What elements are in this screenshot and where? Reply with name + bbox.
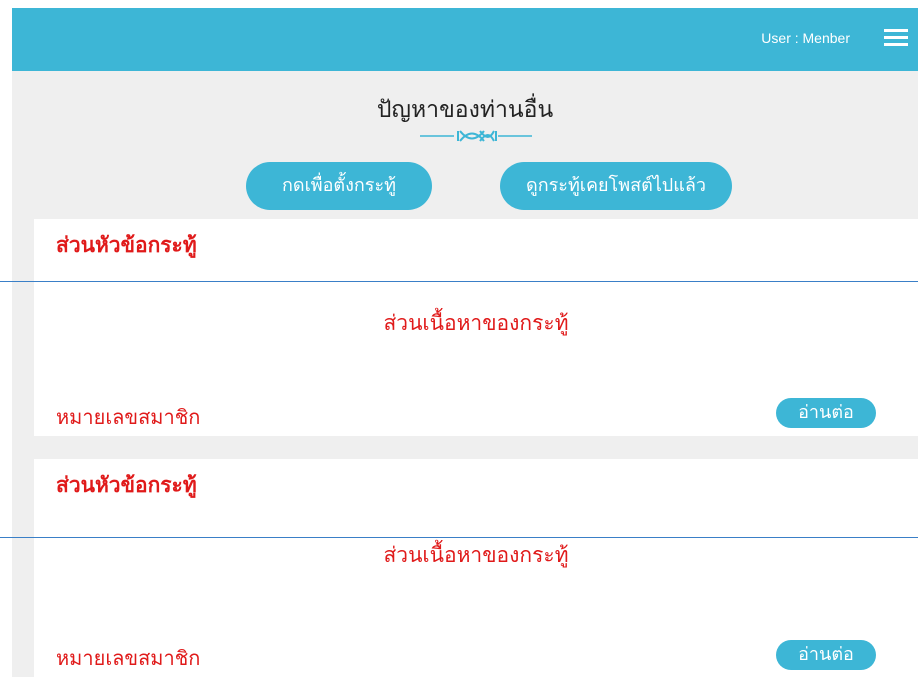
post-divider [0,537,918,538]
create-post-button[interactable]: กดเพื่อตั้งกระทู้ [246,162,432,210]
my-posts-button[interactable]: ดูกระทู้เคยโพสต์ไปแล้ว [500,162,732,210]
menu-bar [884,29,908,32]
post-member-id: หมายเลขสมาชิก [56,405,201,429]
post-divider [0,281,918,282]
post-card[interactable]: ส่วนหัวข้อกระทู้ ส่วนเนื้อหาของกระทู้ หม… [34,219,918,436]
user-label: User : Menber [761,30,850,46]
app-frame: User : Menber ปัญหาของท่านอื่น กดเพื่อตั… [12,8,918,677]
post-title: ส่วนหัวข้อกระทู้ [56,233,197,257]
post-member-id: หมายเลขสมาชิก [56,646,201,670]
post-card[interactable]: ส่วนหัวข้อกระทู้ ส่วนเนื้อหาของกระทู้ หม… [34,459,918,677]
menu-bar [884,43,908,46]
dna-divider-icon [420,130,532,142]
post-title: ส่วนหัวข้อกระทู้ [56,473,197,497]
hamburger-menu-icon[interactable] [884,29,908,47]
read-more-button[interactable]: อ่านต่อ [776,398,876,428]
post-body: ส่วนเนื้อหาของกระทู้ [383,311,569,335]
read-more-button[interactable]: อ่านต่อ [776,640,876,670]
menu-bar [884,36,908,39]
post-body: ส่วนเนื้อหาของกระทู้ [383,543,569,567]
page-title: ปัญหาของท่านอื่น [376,97,554,123]
top-navbar: User : Menber [12,8,918,71]
